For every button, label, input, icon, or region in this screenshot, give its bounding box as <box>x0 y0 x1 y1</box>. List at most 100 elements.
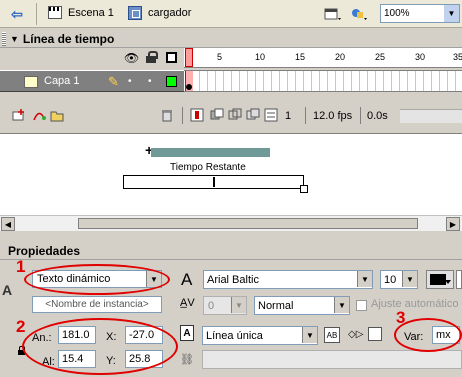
selectable-text-button[interactable]: AB <box>324 327 340 343</box>
onion-outline-icon[interactable] <box>228 108 242 122</box>
annotation-ring-3 <box>394 318 462 352</box>
layer-outline-color[interactable] <box>166 76 177 87</box>
zoom-select[interactable]: 100% ▼ <box>380 4 460 23</box>
ruler-number: 10 <box>255 52 266 62</box>
lock-icon[interactable] <box>146 51 158 63</box>
auto-kern-label: Ajuste automático <box>371 298 459 310</box>
layer-icon <box>24 76 38 88</box>
properties-panel-header[interactable]: Propiedades <box>0 243 462 260</box>
edit-symbol-button[interactable] <box>348 4 370 24</box>
ruler-number: 20 <box>335 52 346 62</box>
scene-label: Escena 1 <box>68 6 114 19</box>
toolbar-divider <box>36 3 37 25</box>
scrollbar-thumb[interactable] <box>78 218 418 229</box>
line-type-icon: A <box>180 325 194 341</box>
current-frame-number: 1 <box>285 110 292 122</box>
chevron-down-icon[interactable]: ▼ <box>302 327 317 343</box>
edit-scene-icon <box>324 8 341 20</box>
scroll-right-arrow-icon[interactable]: ▶ <box>446 217 460 231</box>
keyframe-dot[interactable] <box>186 84 192 90</box>
back-button[interactable]: ⇦ <box>6 4 28 24</box>
chevron-down-icon[interactable]: ▼ <box>444 5 459 22</box>
annotation-number-2: 2 <box>16 317 26 336</box>
annotation-ring-1 <box>24 264 170 295</box>
trash-icon[interactable] <box>160 108 174 122</box>
frame-ruler[interactable]: 1 5 10 15 20 25 30 35 <box>184 48 462 68</box>
edit-scene-button[interactable] <box>322 4 344 24</box>
url-link-input[interactable] <box>202 350 462 369</box>
insert-folder-icon[interactable] <box>50 108 64 122</box>
font-select[interactable]: Arial Baltic ▼ <box>203 270 373 289</box>
playhead[interactable] <box>185 48 193 67</box>
font-size-select[interactable]: 10 ▼ <box>380 270 418 289</box>
font-value: Arial Baltic <box>207 273 259 286</box>
timeline-title: Línea de tiempo <box>22 31 115 46</box>
movieclip-icon <box>128 6 142 20</box>
text-tool-icon: A <box>2 282 13 298</box>
lock-dot[interactable]: • <box>148 76 152 87</box>
line-type-select[interactable]: Línea única ▼ <box>202 326 318 345</box>
collapse-triangle-icon[interactable]: ▼ <box>10 34 19 44</box>
text-cursor <box>213 177 215 187</box>
ruler-number: 15 <box>295 52 306 62</box>
chevron-down-icon[interactable]: ▼ <box>402 271 417 287</box>
footer-divider <box>305 107 306 124</box>
scene-symbol-tools <box>322 4 370 24</box>
chevron-down-icon[interactable]: ▼ <box>357 271 372 287</box>
annotation-number-1: 1 <box>16 257 26 276</box>
character-position-value: Normal <box>258 299 294 312</box>
character-position-select[interactable]: Normal ▼ <box>254 296 350 315</box>
add-motion-guide-icon[interactable] <box>32 108 46 122</box>
outline-icon[interactable] <box>166 52 177 63</box>
stage[interactable] <box>0 133 462 215</box>
symbol-label: cargador <box>148 7 192 19</box>
elapsed-time: 0.0s <box>367 110 388 122</box>
eye-icon[interactable]: 👁 <box>124 51 139 65</box>
insert-layer-icon[interactable] <box>12 108 26 122</box>
tracking-value: 0 <box>208 299 215 312</box>
panel-grip[interactable] <box>2 31 6 46</box>
font-icon: A <box>181 270 193 289</box>
layer-name[interactable]: Capa 1 <box>44 75 79 87</box>
scroll-left-arrow-icon[interactable]: ◀ <box>1 217 15 231</box>
chevron-down-icon[interactable]: ▼ <box>334 297 349 313</box>
layer-row[interactable]: Capa 1 ✎ • • <box>0 70 184 92</box>
render-html-icon[interactable]: ◇▷ <box>348 329 363 340</box>
timeline-panel-header[interactable]: ▼ Línea de tiempo <box>0 30 462 48</box>
footer-divider <box>182 107 183 124</box>
line-type-value: Línea única <box>206 329 263 342</box>
ruler-number: 25 <box>375 52 386 62</box>
breadcrumb-symbol[interactable]: cargador <box>128 6 191 20</box>
visibility-dot[interactable]: • <box>128 76 132 87</box>
breadcrumb-scene[interactable]: Escena 1 <box>48 6 114 19</box>
properties-title: Propiedades <box>8 244 81 258</box>
onion-skin-icon[interactable] <box>210 108 224 122</box>
center-frame-icon[interactable] <box>190 108 204 122</box>
ruler-number: 5 <box>217 52 223 62</box>
timeline-scrollbar[interactable] <box>400 109 462 123</box>
progress-bar-shape[interactable] <box>151 148 270 157</box>
edit-multiple-frames-icon[interactable] <box>246 108 260 122</box>
stage-static-text[interactable]: Tiempo Restante <box>170 162 246 173</box>
text-color-picker[interactable] <box>426 270 454 289</box>
link-icon[interactable]: ⛓ <box>180 353 194 366</box>
instance-name-input[interactable]: <Nombre de instancia> <box>32 296 162 313</box>
tracking-icon: A̲V <box>180 297 195 309</box>
frame-grid[interactable] <box>184 70 462 92</box>
bold-button[interactable] <box>456 270 462 289</box>
instance-name-placeholder: <Nombre de instancia> <box>45 299 149 310</box>
chevron-down-icon[interactable]: ▼ <box>231 297 246 313</box>
show-border-button[interactable] <box>368 327 382 341</box>
back-arrow-icon: ⇦ <box>11 5 23 22</box>
pencil-icon: ✎ <box>108 74 119 89</box>
resize-handle[interactable] <box>300 185 308 193</box>
edit-symbol-icon <box>352 9 367 20</box>
onion-markers-icon[interactable] <box>264 108 278 122</box>
scene-icon <box>48 6 62 19</box>
timeline-footer: 1 12.0 fps 0.0s <box>0 105 462 127</box>
zoom-value: 100% <box>384 8 410 19</box>
tracking-select[interactable]: 0 ▼ <box>203 296 247 315</box>
auto-kern-checkbox[interactable] <box>356 300 367 311</box>
footer-divider <box>360 107 361 124</box>
ruler-number: 35 <box>453 52 462 62</box>
